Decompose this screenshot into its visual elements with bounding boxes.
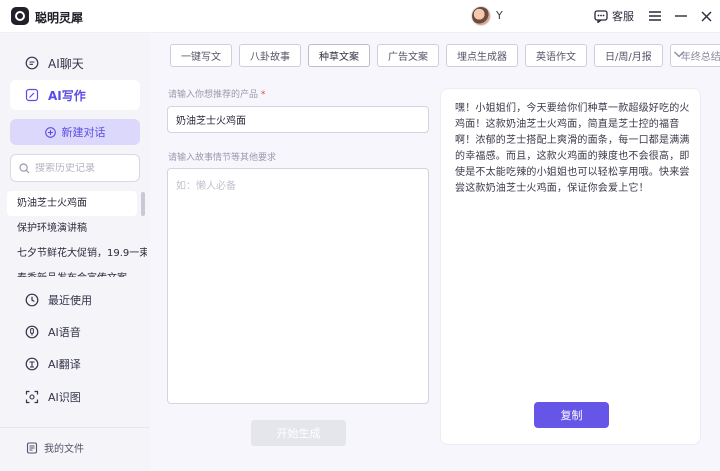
new-chat-button[interactable]: 新建对话 [10, 119, 140, 145]
history-item[interactable]: 七夕节鲜花大促销，19.9一束 [7, 241, 147, 266]
new-chat-label: 新建对话 [61, 126, 106, 139]
close-icon [701, 11, 711, 21]
menu-button[interactable] [647, 8, 663, 24]
translate-icon [25, 357, 39, 371]
tab-daily-weekly-monthly-report[interactable]: 日/周/月报 [594, 44, 663, 67]
result-text: 嘿！小姐姐们，今天要给你们种草一款超级好吃的火鸡面！这款奶油芝士火鸡面，简直是芝… [455, 103, 690, 194]
sidebar-item-label: AI识图 [48, 391, 81, 404]
close-button[interactable] [698, 8, 714, 24]
search-icon [19, 162, 30, 173]
app-logo-icon [11, 7, 29, 25]
sidebar-item-label: AI聊天 [48, 56, 84, 71]
product-label: 请输入你想推荐的产品 * [168, 87, 265, 100]
product-label-text: 请输入你想推荐的产品 [168, 90, 259, 100]
detail-textarea[interactable] [167, 168, 429, 404]
clock-icon [25, 293, 39, 307]
detail-label: 请输入故事情节等其他要求 [168, 153, 277, 163]
sidebar-item-label: AI写作 [48, 88, 86, 103]
sidebar: AI聊天 AI写作 新建对话 奶油芝士火鸡面 保护环境演讲稿 七夕节鲜花大促销，… [0, 34, 150, 471]
chevron-down-icon [674, 51, 684, 58]
title-bar: 聪明灵犀 Y 客服 [0, 0, 720, 33]
tab-english-essay[interactable]: 英语作文 [525, 44, 587, 67]
image-recognition-icon [25, 390, 39, 404]
file-icon [26, 441, 38, 454]
result-card: 嘿！小姐姐们，今天要给你们种草一款超级好吃的火鸡面！这款奶油芝士火鸡面，简直是芝… [440, 88, 701, 445]
hamburger-icon [649, 11, 661, 21]
history-scrollbar[interactable] [141, 192, 145, 216]
my-files-label: 我的文件 [44, 444, 84, 455]
history-item[interactable]: 保护环境演讲稿 [7, 216, 147, 241]
tab-recommendation-copy[interactable]: 种草文案 [308, 44, 370, 67]
sidebar-item-ai-voice[interactable]: AI语音 [10, 318, 140, 346]
history-list: 奶油芝士火鸡面 保护环境演讲稿 七夕节鲜花大促销，19.9一束 春季新品发布会宣… [7, 191, 147, 277]
product-input[interactable] [167, 106, 429, 133]
voice-icon [25, 325, 39, 339]
copy-button[interactable]: 复制 [534, 402, 609, 428]
support-chat-icon [594, 9, 608, 23]
tab-ad-copy[interactable]: 广告文案 [377, 44, 439, 67]
plus-circle-icon [44, 126, 56, 138]
minimize-button[interactable] [673, 8, 689, 24]
sidebar-divider [0, 427, 150, 428]
history-item[interactable]: 春季新品发布会宣传文案 [7, 266, 147, 277]
sidebar-item-ai-translate[interactable]: AI翻译 [10, 350, 140, 378]
my-files-link[interactable]: 我的文件 [26, 440, 84, 455]
sidebar-item-ai-image[interactable]: AI识图 [10, 383, 140, 411]
chat-bubble-icon [25, 56, 39, 70]
support-label: 客服 [612, 10, 634, 23]
sidebar-item-ai-chat[interactable]: AI聊天 [10, 49, 140, 77]
required-mark: * [260, 90, 266, 100]
tab-tracking-generator[interactable]: 埋点生成器 [446, 44, 518, 67]
tabs-expand-button[interactable] [672, 47, 686, 61]
sidebar-item-label: AI语音 [48, 326, 81, 339]
user-avatar[interactable] [471, 6, 491, 26]
history-search-input[interactable] [35, 162, 135, 174]
sidebar-item-ai-write[interactable]: AI写作 [10, 80, 140, 110]
minimize-icon [675, 15, 687, 17]
tab-gossip-story[interactable]: 八卦故事 [239, 44, 301, 67]
input-panel: 请输入你想推荐的产品 * 请输入故事情节等其他要求 开始生成 [150, 73, 440, 471]
main-area: 一键写文 八卦故事 种草文案 广告文案 埋点生成器 英语作文 日/周/月报 年终… [150, 34, 720, 471]
sidebar-item-label: AI翻译 [48, 358, 81, 371]
tab-one-click-write[interactable]: 一键写文 [170, 44, 232, 67]
sidebar-item-recent[interactable]: 最近使用 [10, 286, 140, 314]
writing-type-tabs: 一键写文 八卦故事 种草文案 广告文案 埋点生成器 英语作文 日/周/月报 年终… [170, 44, 720, 67]
write-icon [25, 88, 39, 102]
user-name[interactable]: Y [496, 9, 503, 22]
sidebar-item-label: 最近使用 [48, 294, 92, 307]
support-button[interactable]: 客服 [594, 8, 634, 24]
generate-button[interactable]: 开始生成 [251, 420, 346, 446]
history-search[interactable] [10, 154, 140, 182]
history-item[interactable]: 奶油芝士火鸡面 [7, 191, 137, 216]
app-title: 聪明灵犀 [35, 11, 84, 25]
